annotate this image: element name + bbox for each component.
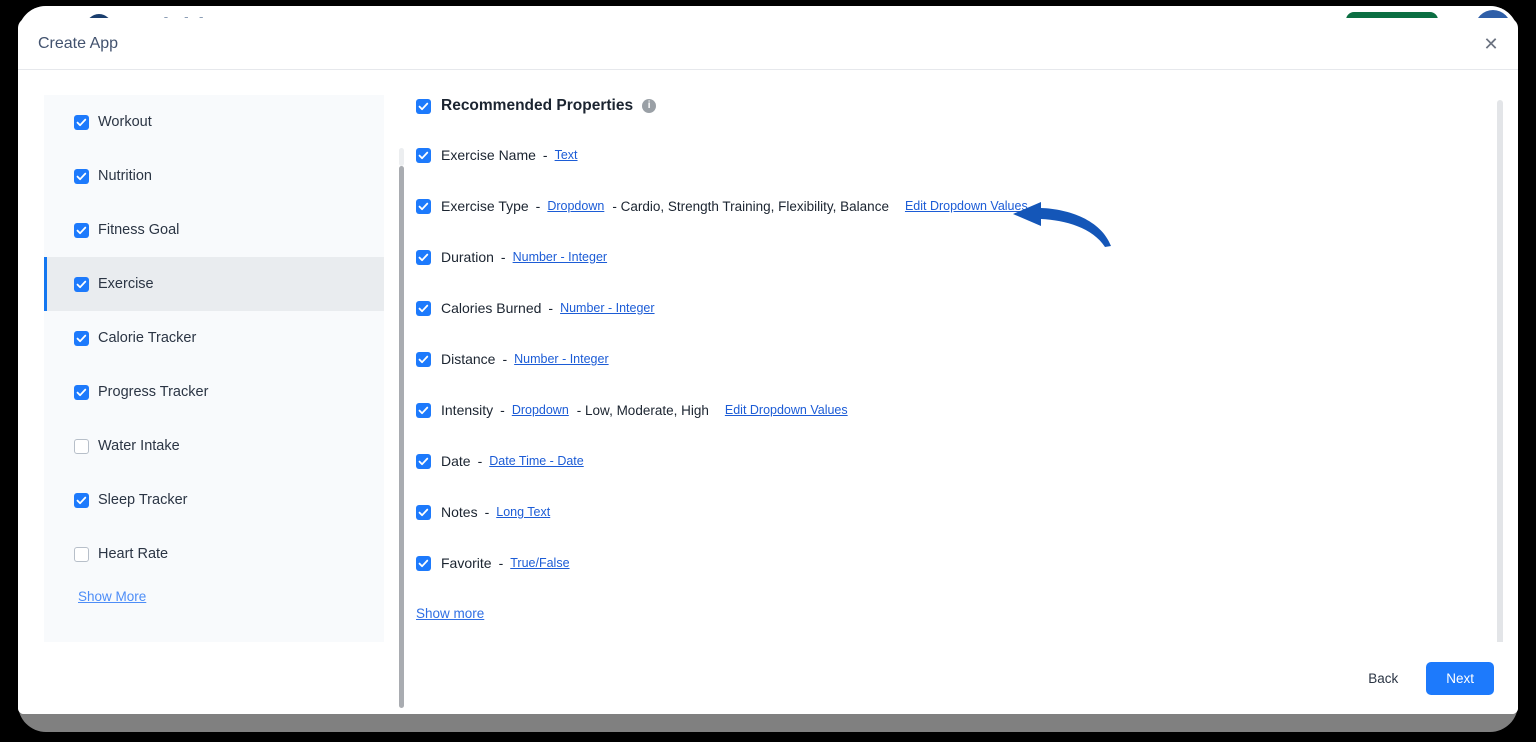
modal-header: Create App ✕ [18,18,1518,70]
section-title: Recommended Properties [441,97,634,114]
content-scrollbar[interactable] [1497,100,1503,642]
property-row-favorite: Favorite - True/False [416,554,1518,572]
edit-dropdown-values-link[interactable]: Edit Dropdown Values [905,199,1028,213]
property-type-link[interactable]: Number - Integer [560,301,654,315]
property-values: - Cardio, Strength Training, Flexibility… [612,198,889,214]
next-button[interactable]: Next [1426,661,1494,695]
property-dash: - [477,453,483,469]
checkbox-heart-rate[interactable] [74,546,89,562]
property-dash: - [500,249,506,265]
property-row-exercise-type: Exercise Type - Dropdown - Cardio, Stren… [416,197,1518,247]
edit-dropdown-values-link[interactable]: Edit Dropdown Values [725,403,848,417]
sidebar-item-label: Calorie Tracker [98,330,197,346]
back-button[interactable]: Back [1364,665,1402,692]
checkbox-exercise-type[interactable] [416,198,431,214]
sidebar-item-label: Sleep Tracker [98,492,188,508]
property-name: Intensity [441,402,494,418]
property-name: Calories Burned [441,300,542,316]
sidebar-item-sleep-tracker[interactable]: Sleep Tracker [44,473,384,527]
checkbox-calorie-tracker[interactable] [74,330,89,346]
sidebar-item-heart-rate[interactable]: Heart Rate [44,527,384,581]
sidebar-item-fitness-goal[interactable]: Fitness Goal [44,203,384,257]
checkbox-sleep-tracker[interactable] [74,492,89,508]
checkbox-intensity[interactable] [416,402,431,418]
checkbox-exercise-name[interactable] [416,147,431,163]
checkbox-duration[interactable] [416,249,431,265]
property-name: Duration [441,249,494,265]
sidebar-item-label: Fitness Goal [98,222,180,238]
sidebar-item-water-intake[interactable]: Water Intake [44,419,384,473]
property-type-link[interactable]: Number - Integer [514,352,608,366]
checkbox-water-intake[interactable] [74,438,89,454]
property-dash: - [500,402,505,418]
property-row-calories-burned: Calories Burned - Number - Integer [416,299,1518,317]
property-name: Exercise Type [441,198,529,214]
sidebar-item-label: Progress Tracker [98,384,209,400]
checkbox-favorite[interactable] [416,555,431,571]
checkbox-fitness-goal[interactable] [74,222,89,238]
property-dash: - [498,555,504,571]
checkbox-workout[interactable] [74,114,89,130]
checkbox-progress-tracker[interactable] [74,384,89,400]
info-icon[interactable]: i [642,99,657,113]
checkbox-date[interactable] [416,453,431,469]
property-row-notes: Notes - Long Text [416,503,1518,521]
sidebar-item-workout[interactable]: Workout [44,95,384,149]
property-name: Favorite [441,555,492,571]
property-dash: - [484,504,490,520]
property-type-link[interactable]: Dropdown [512,403,569,417]
property-row-date: Date - Date Time - Date [416,452,1518,470]
sidebar-item-exercise[interactable]: Exercise [44,257,384,311]
property-dash: - [502,351,508,367]
properties-panel: Recommended Properties i Exercise Name -… [384,95,1518,642]
modal-footer: Back Next [18,642,1518,714]
property-name: Exercise Name [441,147,536,163]
sidebar-item-label: Nutrition [98,168,152,184]
properties-show-more-link[interactable]: Show more [416,606,484,621]
property-dash: - [535,198,541,214]
property-row-exercise-name: Exercise Name - Text [416,146,1518,164]
property-row-distance: Distance - Number - Integer [416,350,1518,368]
property-row-duration: Duration - Number - Integer [416,248,1518,266]
page-title: Create App [38,34,119,52]
checkbox-exercise[interactable] [74,276,89,292]
sidebar-item-nutrition[interactable]: Nutrition [44,149,384,203]
checkbox-distance[interactable] [416,351,431,367]
sidebar-item-progress-tracker[interactable]: Progress Tracker [44,365,384,419]
property-type-link[interactable]: Text [555,148,578,162]
property-name: Notes [441,504,478,520]
checkbox-calories-burned[interactable] [416,300,431,316]
entity-sidebar: Workout Nutrition Fitness Goal Exercise … [44,95,384,642]
property-type-link[interactable]: Dropdown [547,199,604,213]
property-type-link[interactable]: Long Text [496,505,550,519]
property-type-link[interactable]: Date Time - Date [489,454,583,468]
checkbox-recommended-properties[interactable] [416,98,431,114]
close-icon[interactable]: ✕ [1478,31,1504,57]
property-dash: - [548,300,554,316]
property-type-link[interactable]: Number - Integer [513,250,607,264]
sidebar-show-more-link[interactable]: Show More [78,589,146,604]
create-app-modal: Create App ✕ Workout Nutrition Fitness G… [18,18,1518,714]
sidebar-item-label: Heart Rate [98,546,169,562]
recommended-properties-header: Recommended Properties i [416,97,1518,115]
sidebar-item-calorie-tracker[interactable]: Calorie Tracker [44,311,384,365]
modal-body: Workout Nutrition Fitness Goal Exercise … [18,70,1518,708]
sidebar-item-label: Workout [98,114,152,130]
checkbox-notes[interactable] [416,504,431,520]
checkbox-nutrition[interactable] [74,168,89,184]
property-row-intensity: Intensity - Dropdown - Low, Moderate, Hi… [416,401,1518,419]
property-values: - Low, Moderate, High [576,402,709,418]
property-type-link[interactable]: True/False [510,556,569,570]
sidebar-item-label: Exercise [98,276,154,292]
property-name: Date [441,453,471,469]
sidebar-item-label: Water Intake [98,438,180,454]
property-name: Distance [441,351,496,367]
property-dash: - [542,147,548,163]
